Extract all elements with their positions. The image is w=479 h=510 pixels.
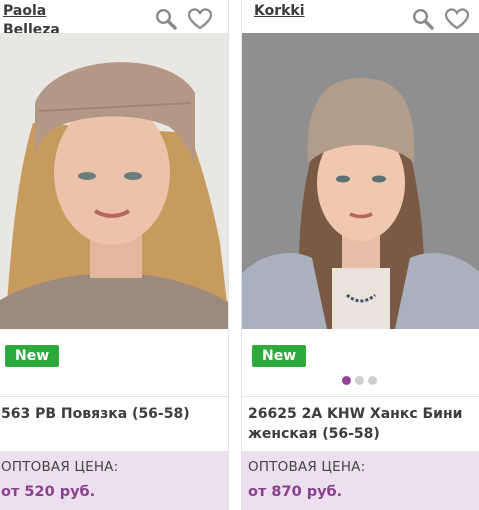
heart-icon[interactable]: [444, 8, 470, 30]
product-photo[interactable]: [242, 33, 479, 329]
brand-link[interactable]: Korkki: [254, 2, 305, 21]
product-photo[interactable]: [0, 33, 228, 329]
carousel-dot-3[interactable]: [368, 376, 377, 385]
product-card[interactable]: Paola Belleza New 563 PB Повязка (56-58)…: [0, 0, 229, 510]
carousel-dot-2[interactable]: [355, 376, 364, 385]
search-icon[interactable]: [412, 8, 434, 30]
product-title[interactable]: 563 PB Повязка (56-58): [1, 404, 222, 424]
heart-icon[interactable]: [187, 8, 213, 30]
divider: [242, 396, 479, 397]
price-box: ОПТОВАЯ ЦЕНА: от 520 руб.: [0, 451, 228, 510]
price-value: от 870 руб.: [248, 484, 343, 500]
product-card[interactable]: Korkki New 26625 2A KHW Ханкс Бини женск…: [241, 0, 479, 510]
new-badge: New: [252, 345, 307, 367]
divider: [0, 396, 228, 397]
price-label: ОПТОВАЯ ЦЕНА:: [1, 459, 119, 475]
price-label: ОПТОВАЯ ЦЕНА:: [248, 459, 366, 475]
price-box: ОПТОВАЯ ЦЕНА: от 870 руб.: [242, 451, 479, 510]
carousel-dots: [342, 376, 377, 385]
price-value: от 520 руб.: [1, 484, 96, 500]
carousel-dot-1[interactable]: [342, 376, 351, 385]
search-icon[interactable]: [155, 8, 177, 30]
new-badge: New: [5, 345, 60, 367]
product-title[interactable]: 26625 2A KHW Ханкс Бини женская (56-58): [248, 404, 473, 444]
